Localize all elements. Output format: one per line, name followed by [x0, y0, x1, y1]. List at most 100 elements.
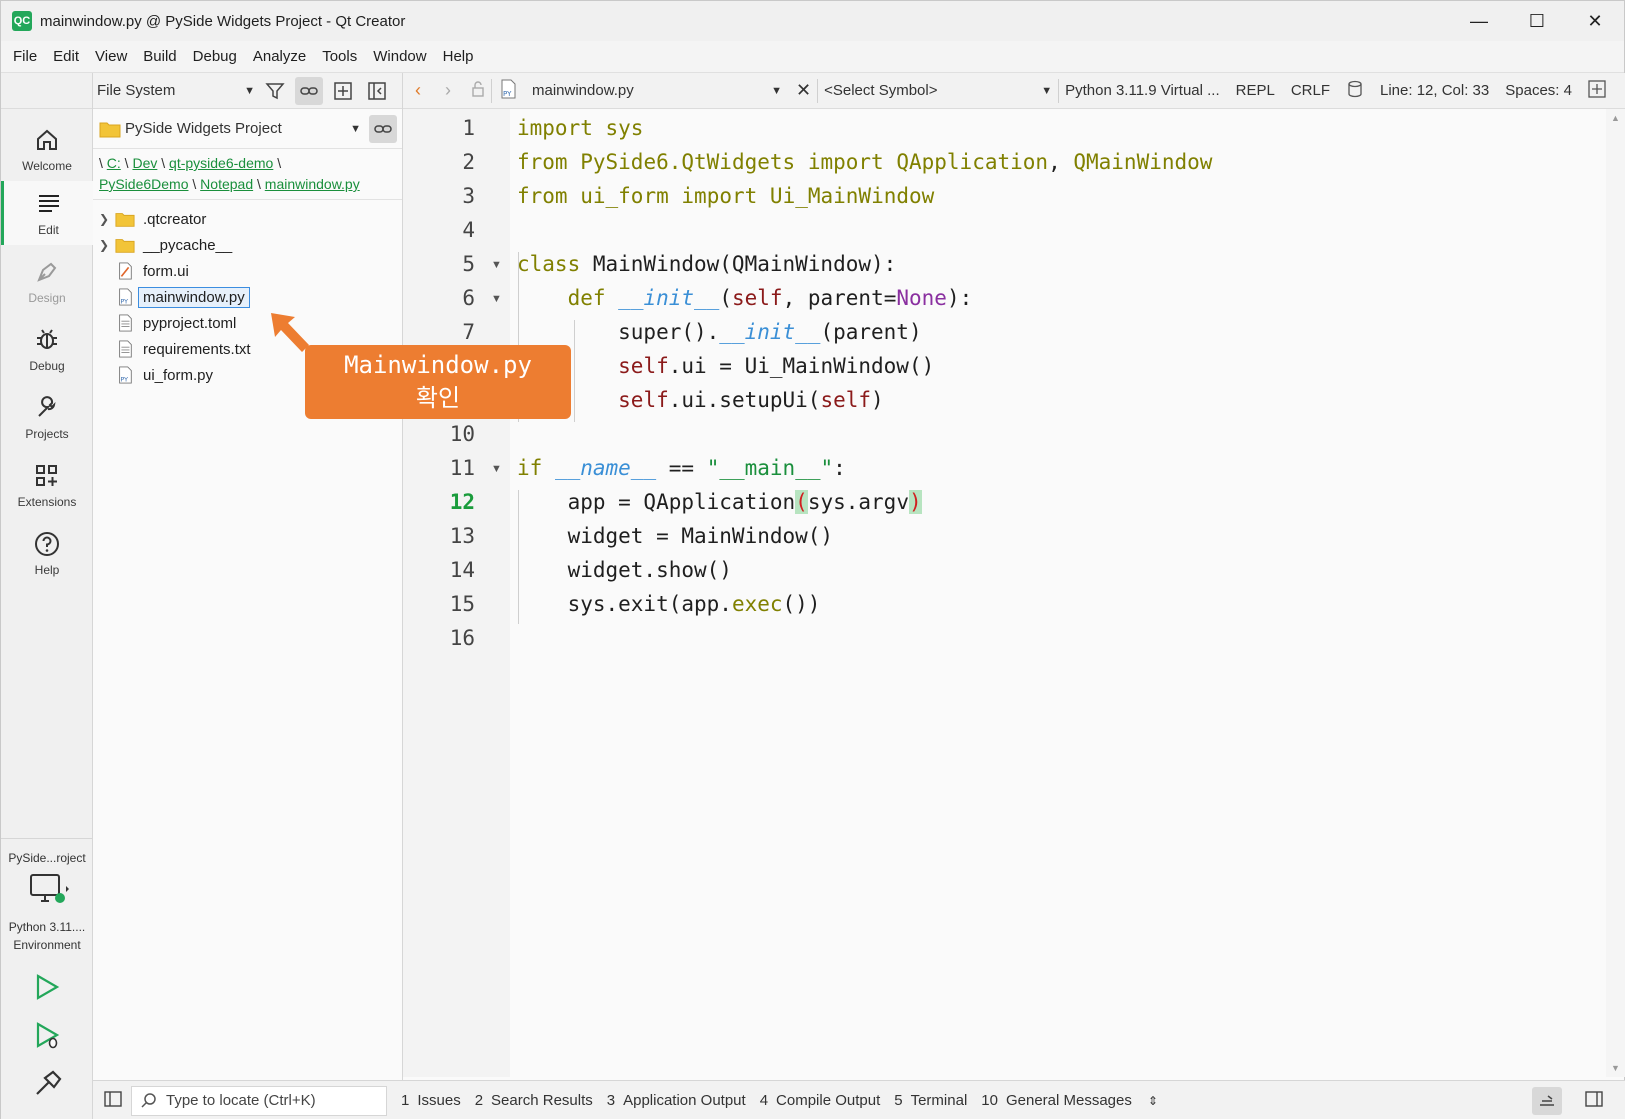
toggle-right-sidebar-icon[interactable]	[1584, 1089, 1604, 1113]
scroll-down-icon[interactable]: ▼	[1611, 1063, 1620, 1073]
progress-details-icon[interactable]	[1532, 1086, 1562, 1115]
split-editor-icon[interactable]	[1588, 79, 1606, 102]
mode-help[interactable]: Help	[1, 521, 93, 585]
menu-file[interactable]: File	[5, 48, 45, 65]
kit-project-label[interactable]: PySide...roject	[1, 851, 93, 865]
mode-extensions[interactable]: Extensions	[1, 453, 93, 517]
repl-button[interactable]: REPL	[1236, 82, 1275, 99]
tree-item-qtcreator[interactable]: ❯ .qtcreator	[93, 206, 402, 232]
line-number: 7	[462, 320, 475, 344]
pane-switch-icon[interactable]: ⇕	[1148, 1094, 1158, 1108]
pane-number: 2	[474, 1092, 484, 1109]
maximize-button[interactable]: ☐	[1508, 1, 1566, 41]
locator-input[interactable]: Type to locate (Ctrl+K)	[131, 1085, 387, 1116]
tree-item-label: ui_form.py	[143, 366, 214, 384]
close-button[interactable]: ✕	[1566, 1, 1624, 41]
pane-compile-output[interactable]: 4 Compile Output	[760, 1092, 881, 1109]
minimize-button[interactable]: —	[1450, 1, 1508, 41]
tree-item-pycache[interactable]: ❯ __pycache__	[93, 232, 402, 258]
mode-edit[interactable]: Edit	[1, 181, 93, 245]
mode-divider	[1, 838, 93, 839]
toolbar-separator	[817, 78, 819, 103]
breadcrumb-qt-pyside6-demo[interactable]: qt-pyside6-demo	[169, 155, 273, 171]
lock-icon[interactable]	[471, 80, 485, 101]
line-number: 13	[449, 524, 475, 548]
mode-design[interactable]: Design	[1, 249, 93, 313]
pane-number: 5	[894, 1092, 903, 1109]
symbol-combo[interactable]: <Select Symbol> ▼	[824, 82, 1052, 99]
chevron-right-icon[interactable]: ❯	[99, 212, 111, 226]
close-sidebar-icon[interactable]	[363, 77, 391, 105]
scroll-up-icon[interactable]: ▲	[1611, 113, 1620, 123]
mode-extensions-label: Extensions	[17, 495, 77, 509]
tree-item-form-ui[interactable]: form.ui	[93, 258, 402, 284]
nav-toolbar: File System ▼	[93, 73, 402, 109]
link-sync-icon[interactable]	[295, 76, 323, 105]
open-documents-combo[interactable]: mainwindow.py ▼	[532, 82, 782, 99]
fold-marker-icon[interactable]: ▼	[491, 259, 502, 271]
python-file-icon: PY	[498, 78, 518, 104]
view-selector-combo[interactable]: File System ▼	[97, 82, 255, 99]
pane-application-output[interactable]: 3 Application Output	[607, 1092, 746, 1109]
pen-icon	[32, 257, 62, 287]
menu-edit[interactable]: Edit	[45, 48, 87, 65]
kit-env-line2: Environment	[13, 938, 81, 952]
fold-marker-icon[interactable]: ▼	[491, 293, 502, 305]
fold-marker-icon[interactable]: ▼	[491, 463, 502, 475]
mode-welcome[interactable]: Welcome	[1, 117, 93, 181]
mode-bar: Welcome Edit Design Debug Projects Exten…	[1, 73, 93, 1119]
breadcrumb-mainwindow[interactable]: mainwindow.py	[265, 176, 360, 192]
encoding-icon[interactable]	[1346, 80, 1364, 102]
menu-view[interactable]: View	[87, 48, 135, 65]
pane-general-messages[interactable]: 10 General Messages	[981, 1092, 1132, 1109]
python-file-icon: PY	[119, 288, 132, 306]
indentation-setting[interactable]: Spaces: 4	[1505, 82, 1572, 99]
editor-scrollbar[interactable]: ▲ ▼	[1606, 109, 1625, 1077]
menu-debug[interactable]: Debug	[185, 48, 245, 65]
breadcrumb-dev[interactable]: Dev	[132, 155, 157, 171]
mode-welcome-label: Welcome	[22, 159, 72, 173]
tree-item-pyproject[interactable]: pyproject.toml	[93, 310, 402, 336]
code-line-15: sys.exit(app.exec())	[517, 592, 821, 616]
mode-projects[interactable]: Projects	[1, 385, 93, 449]
run-icon[interactable]	[33, 973, 61, 1004]
menu-help[interactable]: Help	[435, 48, 482, 65]
forward-arrow-icon[interactable]: ›	[445, 80, 451, 101]
build-hammer-icon[interactable]	[33, 1069, 63, 1102]
debug-run-icon[interactable]	[33, 1021, 63, 1054]
project-combo[interactable]: PySide Widgets Project ▼	[125, 120, 361, 137]
annotation-callout: Mainwindow.py 확인	[305, 345, 571, 419]
editor-toolbar: ‹ › PY mainwindow.py ▼ ✕ <Select Symbol>…	[403, 73, 1625, 109]
line-number: 1	[462, 116, 475, 140]
menu-analyze[interactable]: Analyze	[245, 48, 314, 65]
code-editor[interactable]: import sys from PySide6.QtWidgets import…	[510, 109, 1606, 1077]
cursor-position[interactable]: Line: 12, Col: 33	[1380, 82, 1489, 99]
tree-item-mainwindow-py[interactable]: PY mainwindow.py	[93, 284, 402, 310]
breadcrumb-c[interactable]: C:	[107, 155, 121, 171]
project-combo-value: PySide Widgets Project	[125, 120, 282, 137]
mode-debug[interactable]: Debug	[1, 317, 93, 381]
close-document-icon[interactable]: ✕	[796, 80, 811, 101]
filter-icon[interactable]	[261, 77, 289, 105]
chevron-right-icon[interactable]: ❯	[99, 238, 111, 252]
line-ending-selector[interactable]: CRLF	[1291, 82, 1330, 99]
toolbar-separator	[1058, 78, 1060, 103]
breadcrumb-notepad[interactable]: Notepad	[200, 176, 253, 192]
toggle-sidebar-icon[interactable]	[103, 1089, 123, 1113]
menu-build[interactable]: Build	[135, 48, 184, 65]
code-line-2: from PySide6.QtWidgets import QApplicati…	[517, 150, 1213, 174]
menu-window[interactable]: Window	[365, 48, 434, 65]
back-arrow-icon[interactable]: ‹	[415, 80, 421, 101]
pane-search-results[interactable]: 2 Search Results	[475, 1092, 593, 1109]
monitor-icon[interactable]	[29, 873, 69, 912]
link-with-editor-icon[interactable]	[369, 114, 397, 143]
locator-placeholder: Type to locate (Ctrl+K)	[166, 1092, 316, 1109]
python-file-icon: PY	[119, 366, 132, 384]
pane-terminal[interactable]: 5 Terminal	[894, 1092, 967, 1109]
pane-issues[interactable]: 1 Issues	[401, 1092, 461, 1109]
menu-tools[interactable]: Tools	[314, 48, 365, 65]
interpreter-selector[interactable]: Python 3.11.9 Virtual ...	[1065, 82, 1220, 99]
breadcrumb-pyside6demo[interactable]: PySide6Demo	[99, 176, 189, 192]
split-add-icon[interactable]	[329, 77, 357, 105]
line-number-gutter: 1 2 3 4 5 ▼ 6 ▼ 7 8 9 10 11 ▼ 12 13 14 1…	[403, 109, 510, 1077]
